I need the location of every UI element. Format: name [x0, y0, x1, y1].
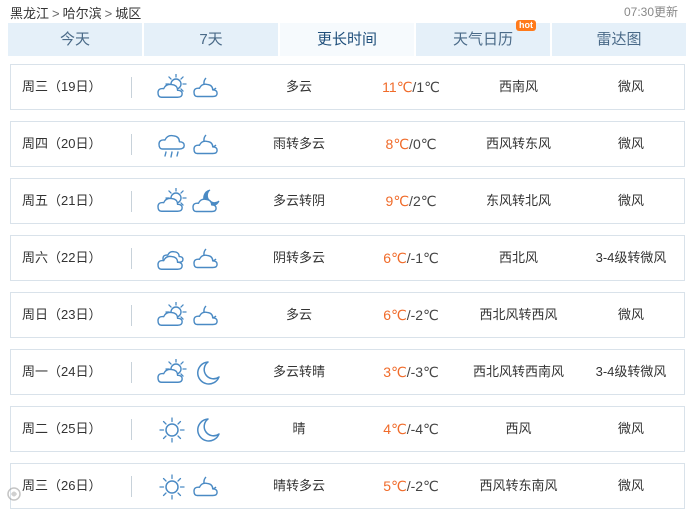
weather-icons	[156, 473, 226, 501]
temperature: 6℃/-2℃	[383, 307, 439, 323]
temp-low: -2℃	[410, 478, 439, 494]
wind-level: 3-4级转微风	[595, 364, 667, 379]
weather-condition: 多云	[285, 307, 312, 322]
wind-direction: 西南风	[498, 79, 538, 94]
wind-level: 微风	[617, 421, 644, 436]
day-label: 周一（24日）	[22, 364, 102, 379]
temp-high: 3℃	[383, 364, 407, 380]
wind-level: 微风	[617, 136, 644, 151]
weather-icons	[156, 416, 226, 444]
wind-level: 3-4级转微风	[595, 250, 667, 265]
wind-direction: 东风转北风	[485, 193, 551, 208]
forecast-day-row: 周日（23日） 多云 6℃/-2℃ 西北风转西风 微风	[10, 292, 685, 338]
wind-level: 微风	[617, 307, 644, 322]
wind-level: 微风	[617, 478, 644, 493]
breadcrumb-separator: >	[52, 6, 60, 21]
day-label: 周日（23日）	[22, 307, 102, 322]
divider	[131, 419, 132, 440]
breadcrumb-district: 城区	[115, 6, 142, 21]
forecast-day-row: 周五（21日） 多云转阴 9℃/2℃ 东风转北风 微风	[10, 178, 685, 224]
divider	[131, 476, 132, 497]
watermark-logo	[6, 486, 94, 505]
temp-high: 8℃	[385, 136, 410, 152]
day-label: 周五（21日）	[22, 193, 102, 208]
wind-direction: 西风转东风	[485, 136, 551, 151]
day-label: 周二（25日）	[22, 421, 102, 436]
temperature: 6℃/-1℃	[383, 250, 439, 266]
forecast-day-row: 周二（25日） 晴 4℃/-4℃ 西风 微风	[10, 406, 685, 452]
breadcrumb: 黑龙江 > 哈尔滨 > 城区	[10, 3, 141, 22]
weather-condition: 多云转晴	[272, 364, 325, 379]
temp-high: 9℃	[385, 193, 410, 209]
temp-low: -3℃	[410, 364, 439, 380]
temp-low: -1℃	[410, 250, 439, 266]
top-bar: 黑龙江 > 哈尔滨 > 城区 07:30更新	[0, 0, 686, 22]
day-label: 周三（19日）	[22, 79, 102, 94]
temp-low: -2℃	[410, 307, 439, 323]
wind-direction: 西风转东南风	[479, 478, 558, 493]
tab-longer[interactable]: 更长时间	[280, 23, 414, 56]
divider	[131, 191, 132, 212]
forecast-tabs: 今天 7天 更长时间 天气日历 hot 雷达图	[8, 20, 686, 56]
divider	[131, 305, 132, 326]
wind-level: 微风	[617, 79, 644, 94]
wind-direction: 西北风	[498, 250, 538, 265]
temp-high: 6℃	[383, 250, 407, 266]
temperature: 8℃/0℃	[385, 136, 437, 152]
temperature: 4℃/-4℃	[383, 421, 439, 437]
forecast-day-row: 周六（22日） 阴转多云 6℃/-1℃ 西北风 3-4级转微风	[10, 235, 685, 281]
temp-low: -4℃	[410, 421, 439, 437]
weather-condition: 多云	[285, 79, 312, 94]
weather-condition: 晴	[292, 421, 306, 436]
weather-condition: 阴转多云	[272, 250, 325, 265]
weather-icons	[156, 74, 226, 102]
temperature: 9℃/2℃	[385, 193, 437, 209]
temp-high: 6℃	[383, 307, 407, 323]
divider	[131, 77, 132, 98]
wind-level: 微风	[617, 193, 644, 208]
watermark-icon	[7, 487, 21, 501]
wind-direction: 西风	[505, 421, 532, 436]
temp-high: 4℃	[383, 421, 407, 437]
weather-icons	[156, 359, 226, 387]
weather-icons	[156, 131, 226, 159]
forecast-day-row: 周三（26日） 晴转多云 5℃/-2℃ 西风转东南风 微风	[10, 463, 685, 509]
breadcrumb-city[interactable]: 哈尔滨	[63, 6, 102, 21]
breadcrumb-province[interactable]: 黑龙江	[10, 6, 49, 21]
temp-high: 11℃	[382, 79, 413, 95]
tab-today[interactable]: 今天	[8, 23, 142, 56]
temperature: 11℃/1℃	[382, 79, 440, 95]
temperature: 5℃/-2℃	[383, 478, 439, 494]
weather-condition: 晴转多云	[272, 478, 325, 493]
temp-low: 0℃	[412, 136, 437, 152]
temp-low: 2℃	[412, 193, 437, 209]
forecast-day-row: 周一（24日） 多云转晴 3℃/-3℃ 西北风转西南风 3-4级转微风	[10, 349, 685, 395]
weather-condition: 雨转多云	[272, 136, 325, 151]
wind-direction: 西北风转西南风	[472, 364, 564, 379]
temp-high: 5℃	[383, 478, 407, 494]
hot-badge: hot	[516, 20, 536, 31]
day-label: 周六（22日）	[22, 250, 102, 265]
divider	[131, 362, 132, 383]
weather-condition: 多云转阴	[272, 193, 325, 208]
tab-radar[interactable]: 雷达图	[552, 23, 686, 56]
temp-low: 1℃	[416, 79, 440, 95]
day-label: 周四（20日）	[22, 136, 102, 151]
forecast-day-row: 周四（20日） 雨转多云 8℃/0℃ 西风转东风 微风	[10, 121, 685, 167]
weather-icons	[156, 188, 226, 216]
update-time: 07:30更新	[623, 5, 678, 19]
tab-7days[interactable]: 7天	[144, 23, 278, 56]
divider	[131, 134, 132, 155]
breadcrumb-separator: >	[104, 6, 113, 21]
wind-direction: 西北风转西风	[479, 307, 558, 322]
divider	[131, 248, 132, 269]
tab-calendar[interactable]: 天气日历 hot	[416, 20, 550, 56]
tab-calendar-label: 天气日历	[452, 31, 513, 48]
temperature: 3℃/-3℃	[383, 364, 439, 380]
weather-icons	[156, 302, 226, 330]
weather-icons	[156, 245, 226, 273]
forecast-day-row: 周三（19日） 多云 11℃/1℃ 西南风 微风	[10, 64, 685, 110]
